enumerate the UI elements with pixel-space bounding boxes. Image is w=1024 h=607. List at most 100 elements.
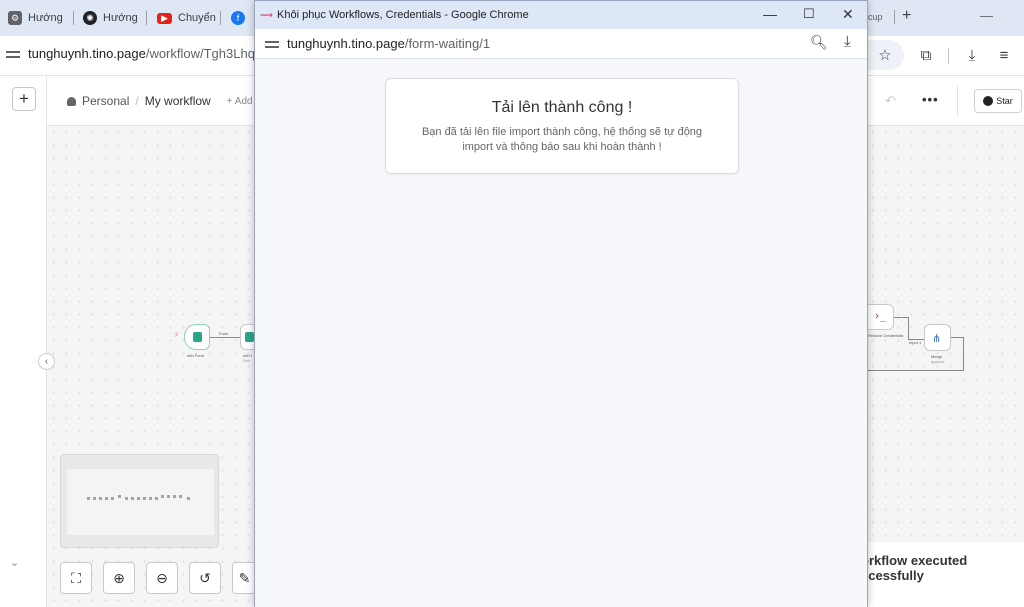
minimap-node — [118, 495, 121, 498]
tab-1[interactable]: ⚙ Hướng — [8, 8, 63, 28]
code-node[interactable]: ›_ — [868, 304, 894, 330]
breadcrumb-project[interactable]: Personal — [82, 94, 129, 108]
minimap[interactable] — [60, 454, 219, 548]
download-icon[interactable]: ⤓ — [958, 41, 986, 69]
background-toolbar-right: ☆ ⧉ ⤓ ≡ — [868, 36, 1024, 76]
node-label: n8n Form — [187, 353, 205, 358]
workflow-name[interactable]: My workflow — [145, 94, 211, 108]
connection — [908, 317, 909, 339]
popup-titlebar[interactable]: ⟿ Khôi phục Workflows, Credentials - Goo… — [255, 1, 867, 29]
new-tab-icon[interactable]: + — [902, 7, 911, 25]
tab-separator — [220, 11, 221, 25]
tab-separator — [73, 11, 74, 25]
form-node[interactable] — [240, 324, 254, 350]
add-button[interactable]: + — [12, 87, 36, 111]
star-label: Star — [996, 96, 1013, 106]
minimap-node — [87, 497, 90, 500]
openai-icon: ✺ — [83, 11, 97, 25]
settings-app-icon: ⚙ — [8, 11, 22, 25]
popup-window: ⟿ Khôi phục Workflows, Credentials - Goo… — [254, 0, 868, 607]
toolbar-divider — [948, 48, 949, 64]
n8n-favicon-icon: ⟿ — [260, 10, 273, 20]
header-divider — [957, 86, 958, 116]
tab-4[interactable]: f — [231, 8, 245, 28]
edge-label: Form — [219, 331, 229, 336]
code-terminal-icon: ›_ — [874, 311, 887, 322]
user-icon — [67, 96, 76, 106]
zoom-icon[interactable]: 🔍︎ — [810, 34, 828, 51]
background-address-bar[interactable]: tunghuynh.tino.page/workflow/Tgh3Lhqia — [6, 46, 265, 61]
minimap-node — [137, 497, 140, 500]
minimap-node — [161, 495, 164, 498]
minimap-node — [105, 497, 108, 500]
toast-line-1: orkflow executed — [861, 553, 968, 568]
background-tab-strip-right: cup + — — [868, 0, 1024, 36]
youtube-icon: ▶ — [157, 12, 172, 24]
merge-node[interactable]: ⋔ — [924, 324, 951, 351]
popup-address-bar[interactable]: tunghuynh.tino.page/form-waiting/1 🔍︎ ⤓ — [255, 29, 867, 59]
tab-2[interactable]: ✺ Hướng — [83, 8, 138, 28]
minimap-node — [187, 497, 190, 500]
breadcrumb-separator: / — [135, 94, 139, 108]
site-info-icon[interactable] — [6, 49, 20, 59]
minimap-node — [99, 497, 102, 500]
minimize-icon[interactable]: — — [980, 8, 993, 23]
minimap-node — [155, 497, 158, 500]
minimap-node — [173, 495, 176, 498]
minimize-icon[interactable]: — — [763, 6, 777, 22]
zoom-out-button[interactable]: ⊖ — [146, 562, 178, 594]
download-icon[interactable]: ⤓ — [844, 33, 851, 50]
breadcrumb: Personal / My workflow + Add — [67, 94, 253, 108]
collapse-sidebar-button[interactable]: ‹ — [38, 353, 55, 370]
popup-url[interactable]: tunghuynh.tino.page/form-waiting/1 — [287, 36, 490, 51]
minimap-node — [111, 497, 114, 500]
add-tag-link[interactable]: + Add — [227, 96, 253, 107]
popup-url-path: /form-waiting/1 — [404, 36, 491, 51]
site-info-icon[interactable] — [265, 39, 279, 49]
node-label: Restore Credentials — [868, 333, 904, 338]
close-icon[interactable]: ✕ — [842, 6, 854, 23]
minimap-node — [131, 497, 134, 500]
toast-line-2: ccessfully — [861, 568, 924, 583]
tab-3-title: Chuyển — [178, 12, 216, 24]
fit-view-button[interactable]: ⛶ — [60, 562, 92, 594]
connection — [951, 337, 963, 338]
popup-window-title: Khôi phục Workflows, Credentials - Googl… — [277, 9, 529, 21]
success-message: Bạn đã tải lên file import thành công, h… — [421, 126, 703, 153]
tab-separator — [146, 11, 147, 25]
tab-separator — [894, 10, 895, 24]
tidy-up-button[interactable]: ✎ — [232, 562, 256, 594]
more-options-button[interactable]: ••• — [922, 92, 939, 107]
extensions-icon[interactable]: ⧉ — [912, 41, 940, 69]
minimap-node — [143, 497, 146, 500]
connection — [868, 370, 964, 371]
execution-toast: orkflow executed ccessfully — [860, 542, 1024, 607]
reading-list-icon[interactable]: ≡ — [990, 41, 1018, 69]
maximize-icon[interactable]: ☐ — [803, 6, 815, 22]
connection — [210, 337, 240, 338]
partial-tab-title: cup — [868, 12, 883, 22]
minimap-viewport — [67, 469, 214, 535]
success-title: Tải lên thành công ! — [491, 99, 633, 116]
minimap-node — [167, 495, 170, 498]
node-sublabel: Run — [243, 358, 251, 363]
bookmark-star-icon[interactable]: ☆ — [871, 41, 899, 69]
tab-3[interactable]: ▶ Chuyển — [157, 8, 216, 28]
minimap-node — [125, 497, 128, 500]
chevron-down-icon[interactable]: ⌄ — [10, 556, 19, 569]
undo-icon[interactable]: ↶ — [885, 93, 896, 109]
form-icon — [193, 332, 202, 342]
connection — [963, 337, 964, 370]
reset-zoom-button[interactable]: ↺ — [189, 562, 221, 594]
tab-2-title: Hướng — [103, 12, 138, 24]
form-trigger-node[interactable] — [184, 324, 210, 350]
popup-page: Tải lên thành công ! Bạn đã tải lên file… — [255, 59, 867, 607]
github-star-button[interactable]: Star — [974, 89, 1022, 113]
connection — [894, 317, 908, 318]
popup-url-domain: tunghuynh.tino.page — [287, 36, 405, 51]
left-sidebar: + ⌄ — [0, 76, 47, 607]
minimap-node — [93, 497, 96, 500]
zoom-in-button[interactable]: ⊕ — [103, 562, 135, 594]
github-icon — [983, 96, 994, 106]
edge-label: Input 1 — [909, 340, 922, 345]
